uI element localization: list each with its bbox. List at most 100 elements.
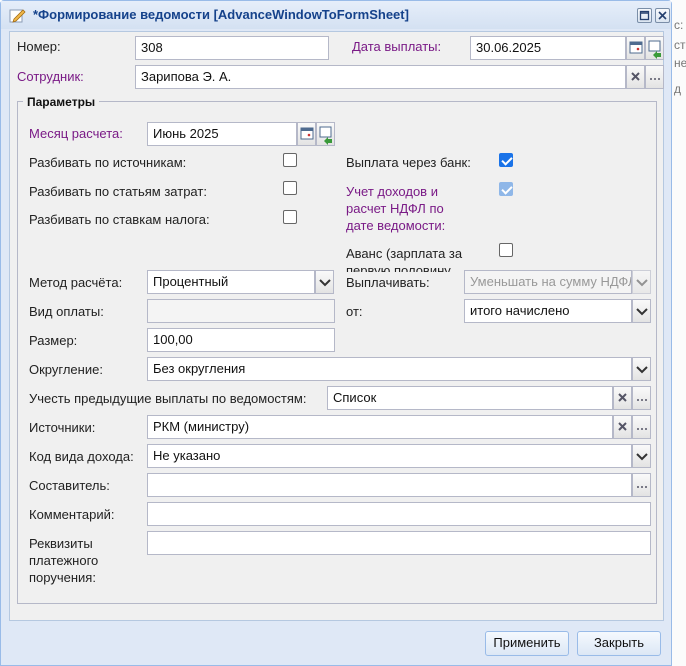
background-fragment: д [674,82,682,96]
calendar-arrow-icon [319,126,332,145]
form-sheet-window: *Формирование ведомости [AdvanceWindowTo… [0,0,672,666]
rounding-dropdown-button[interactable] [632,357,651,381]
pencil-document-icon [9,7,27,23]
pay-out-dropdown-button[interactable] [632,270,651,294]
ellipsis-icon [637,486,647,488]
split-tax-checkbox[interactable] [283,210,297,224]
pay-date-label: Дата выплаты: [352,39,442,54]
clear-x-icon [631,72,640,81]
close-button[interactable]: Закрыть [577,631,661,656]
background-fragment: с: [674,18,684,32]
employee-clear-button[interactable] [626,65,645,89]
income-code-label: Код вида дохода: [29,449,134,464]
chevron-down-icon [636,308,648,316]
chevron-down-icon [319,279,331,287]
comment-input[interactable] [147,502,651,526]
window-title: *Формирование ведомости [AdvanceWindowTo… [33,7,409,22]
advance-label-line2: первую половину [346,263,451,272]
close-icon [658,11,667,20]
maximize-button[interactable] [637,8,652,23]
bank-payment-label: Выплата через банк: [346,155,471,170]
sources-clear-button[interactable] [613,415,632,439]
maximize-icon [639,10,650,21]
split-sources-checkbox[interactable] [283,153,297,167]
background-fragment: ст [674,38,686,52]
pay-type-input[interactable] [147,299,335,323]
employee-label: Сотрудник: [17,69,84,84]
from-label: от: [346,304,363,319]
rounding-select[interactable]: Без округления [147,357,632,381]
requisites-label-line1: Реквизиты [29,536,93,551]
author-input[interactable] [147,473,632,497]
ndfl-label-line1: Учет доходов и [346,184,438,199]
window-titlebar[interactable]: *Формирование ведомости [AdvanceWindowTo… [1,1,671,29]
sources-select-button[interactable] [632,415,651,439]
month-pick-button[interactable] [316,122,335,146]
requisites-label-line2: платежного [29,553,99,568]
calendar-icon [629,41,643,54]
number-input[interactable]: 308 [135,36,329,60]
bank-payment-checkbox[interactable] [499,153,513,167]
method-label: Метод расчёта: [29,275,123,290]
employee-input[interactable]: Зарипова Э. А. [135,65,626,89]
pay-date-input[interactable]: 30.06.2025 [470,36,626,60]
size-input[interactable]: 100,00 [147,328,335,352]
calendar-arrow-icon [648,40,661,59]
split-costs-label: Разбивать по статьям затрат: [29,184,207,199]
from-select[interactable]: итого начислено [464,299,632,323]
ellipsis-icon [637,428,647,430]
number-label: Номер: [17,39,61,54]
income-code-dropdown-button[interactable] [632,444,651,468]
close-window-button[interactable] [655,8,670,23]
employee-select-button[interactable] [645,65,664,89]
chevron-down-icon [636,366,648,374]
ellipsis-icon [637,399,647,401]
parameters-fieldset [17,101,657,604]
ellipsis-icon [650,78,660,80]
split-tax-label: Разбивать по ставкам налога: [29,212,210,227]
pay-date-pick-button[interactable] [645,36,664,60]
rounding-label: Округление: [29,362,103,377]
prev-payments-label: Учесть предыдущие выплаты по ведомостям: [29,391,307,406]
month-input[interactable]: Июнь 2025 [147,122,297,146]
prev-payments-clear-button[interactable] [613,386,632,410]
advance-label-line1: Аванс (зарплата за [346,246,463,261]
method-select[interactable]: Процентный [147,270,315,294]
sources-input[interactable]: РКМ (министру) [147,415,613,439]
apply-button[interactable]: Применить [485,631,569,656]
month-calendar-button[interactable] [297,122,316,146]
income-code-select[interactable]: Не указано [147,444,632,468]
clear-x-icon [618,393,627,402]
author-select-button[interactable] [632,473,651,497]
advance-checkbox[interactable] [499,243,513,257]
split-costs-checkbox[interactable] [283,181,297,195]
split-sources-label: Разбивать по источникам: [29,155,187,170]
advance-label-clip: Аванс (зарплата за первую половину [346,244,476,272]
method-dropdown-button[interactable] [315,270,334,294]
size-label: Размер: [29,333,78,348]
prev-payments-select-button[interactable] [632,386,651,410]
sources-label: Источники: [29,420,96,435]
ndfl-checkbox[interactable] [499,182,513,196]
comment-label: Комментарий: [29,507,115,522]
clear-x-icon [618,422,627,431]
chevron-down-icon [636,279,648,287]
month-label: Месяц расчета: [29,126,123,141]
requisites-input[interactable] [147,531,651,555]
pay-out-select[interactable]: Уменьшать на сумму НДФЛ [464,270,632,294]
background-fragment: не [674,56,686,70]
requisites-label-line3: поручения: [29,570,96,585]
pay-date-calendar-button[interactable] [626,36,645,60]
ndfl-label-line3: дате ведомости: [346,218,446,233]
author-label: Составитель: [29,478,110,493]
pay-out-label: Выплачивать: [346,275,430,290]
pay-type-label: Вид оплаты: [29,304,104,319]
prev-payments-input[interactable]: Список [327,386,613,410]
calendar-icon [300,127,314,140]
background-app-strip: с: ст не д [672,0,686,666]
parameters-legend: Параметры [23,95,100,109]
window-body: Номер: 308 Дата выплаты: 30.06.2025 Сотр… [9,31,664,621]
ndfl-label-line2: расчет НДФЛ по [346,201,444,216]
from-dropdown-button[interactable] [632,299,651,323]
chevron-down-icon [636,453,648,461]
